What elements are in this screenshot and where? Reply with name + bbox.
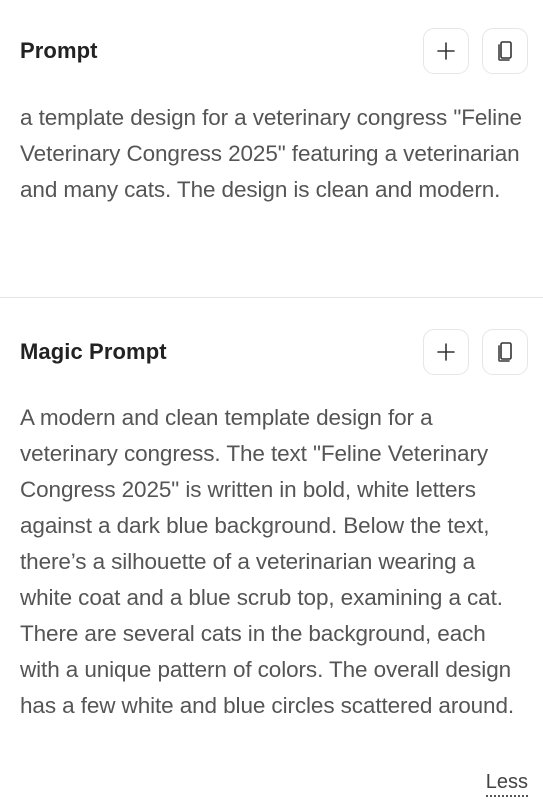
prompt-title: Prompt <box>20 38 98 63</box>
copy-icon <box>495 341 515 363</box>
prompt-add-button[interactable] <box>423 28 469 74</box>
magic-prompt-header: Magic Prompt <box>20 328 528 376</box>
less-toggle-link[interactable]: Less <box>485 770 528 797</box>
copy-icon <box>495 40 515 62</box>
magic-prompt-text: A modern and clean template design for a… <box>20 405 515 718</box>
magic-prompt-add-button[interactable] <box>423 329 469 375</box>
prompt-section: Prompt a template design for a veterinar… <box>0 0 543 297</box>
prompt-copy-button[interactable] <box>482 28 528 74</box>
prompt-text: a template design for a veterinary congr… <box>20 105 522 202</box>
plus-icon <box>436 41 456 61</box>
magic-prompt-actions <box>423 329 528 375</box>
prompt-actions <box>423 28 528 74</box>
magic-prompt-copy-button[interactable] <box>482 329 528 375</box>
plus-icon <box>436 342 456 362</box>
prompt-header: Prompt <box>20 27 528 75</box>
magic-prompt-section: Magic Prompt A modern and clean template… <box>0 298 543 805</box>
magic-prompt-title: Magic Prompt <box>20 339 167 364</box>
